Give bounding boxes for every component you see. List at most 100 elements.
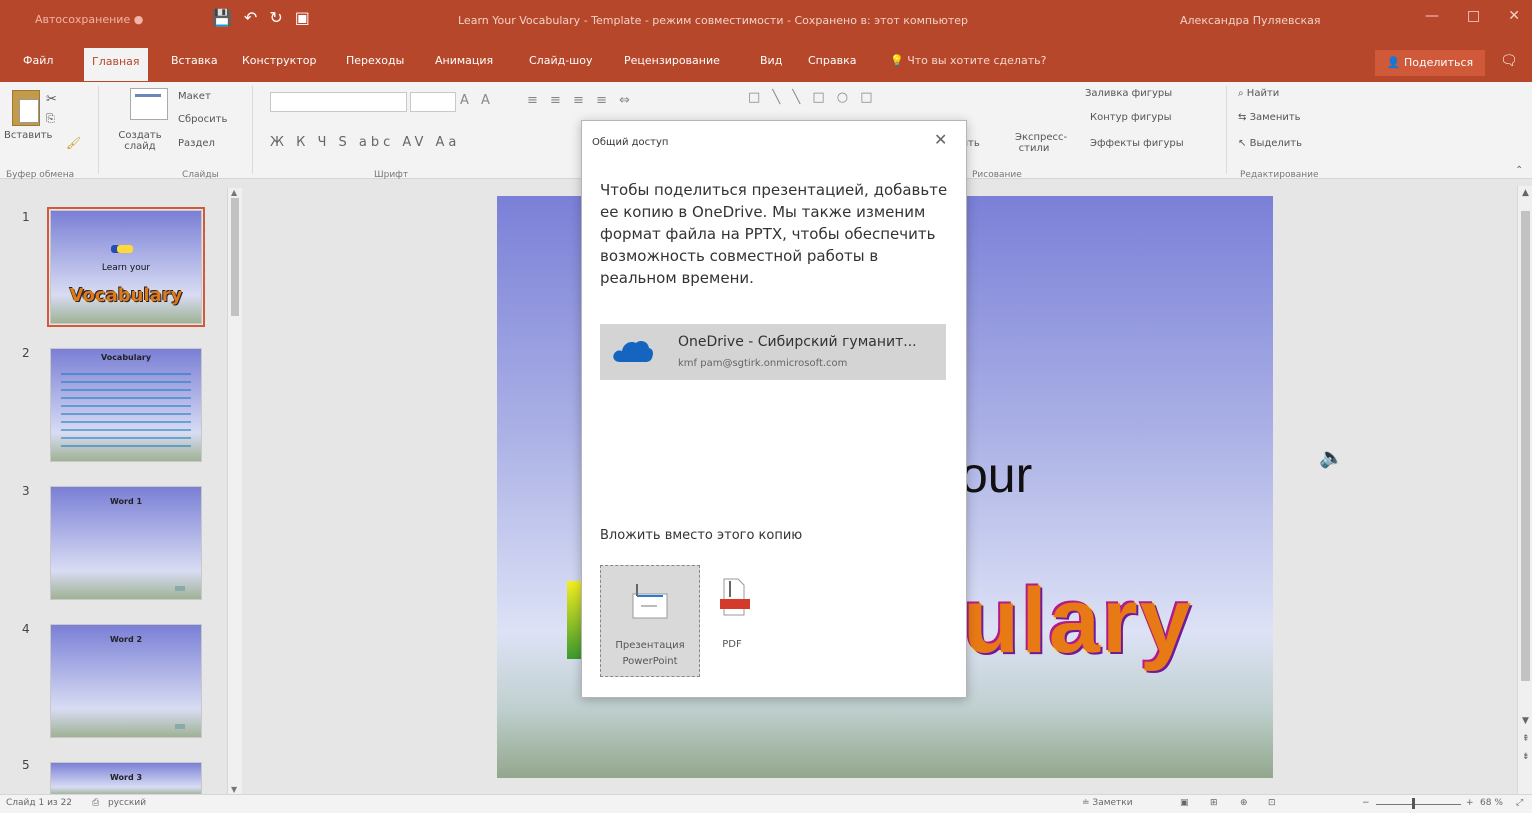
comments-icon[interactable]: 🗨 xyxy=(1500,53,1518,69)
shape-fill-button[interactable]: Заливка фигуры xyxy=(1085,88,1172,99)
slide-title-line2[interactable]: ulary xyxy=(963,569,1193,674)
new-slide-label[interactable]: Создать слайд xyxy=(118,130,162,152)
quick-styles-label[interactable]: Экспресс-стили xyxy=(1015,132,1067,154)
scroll-up-icon[interactable]: ▲ xyxy=(231,188,237,197)
embed-pptx-option[interactable]: Презентация PowerPoint xyxy=(600,565,700,677)
font-name-input[interactable] xyxy=(270,92,407,112)
shape-outline-button[interactable]: Контур фигуры xyxy=(1090,112,1172,123)
tab-animation[interactable]: Анимация xyxy=(435,54,493,67)
scrollbar-thumb[interactable] xyxy=(231,198,239,316)
slide-thumbnail-5[interactable]: Word 3 xyxy=(50,762,202,796)
autosave-toggle[interactable]: Автосохранение ● xyxy=(35,13,143,26)
zoom-slider-handle[interactable] xyxy=(1412,798,1415,809)
notes-button[interactable]: ≐ Заметки xyxy=(1082,798,1133,808)
spellcheck-icon[interactable]: ⎙ xyxy=(92,798,99,808)
dialog-title: Общий доступ xyxy=(592,137,669,148)
embed-pdf-option[interactable]: PDF xyxy=(702,565,762,675)
paste-icon[interactable] xyxy=(12,90,40,126)
tab-slideshow[interactable]: Слайд-шоу xyxy=(529,54,592,67)
tab-file[interactable]: Файл xyxy=(23,54,53,67)
copy-icon[interactable]: ⎘ xyxy=(46,112,55,126)
scroll-down-icon[interactable]: ▼ xyxy=(1522,716,1529,726)
cut-icon[interactable]: ✂ xyxy=(46,92,57,107)
redo-icon[interactable]: ↻ xyxy=(269,8,282,27)
previous-slide-icon[interactable]: ⇞ xyxy=(1522,734,1530,744)
tab-help[interactable]: Справка xyxy=(808,54,856,67)
onedrive-location-button[interactable]: OneDrive - Сибирский гуманит... kmf pam@… xyxy=(600,324,946,380)
thumb-title: Vocabulary xyxy=(100,353,152,362)
tab-design[interactable]: Конструктор xyxy=(242,54,316,67)
ribbon-tabs: Файл Главная Вставка Конструктор Переход… xyxy=(0,42,1532,82)
speaker-icon xyxy=(175,586,185,591)
slide-thumbnail-2[interactable]: Vocabulary xyxy=(50,348,202,462)
undo-icon[interactable]: ↶ xyxy=(244,8,257,27)
document-title: Learn Your Vocabulary - Template - режим… xyxy=(458,14,968,27)
quick-access-toolbar: 💾 ↶ ↻ ▣ xyxy=(212,8,310,27)
zoom-slider[interactable] xyxy=(1376,804,1461,805)
tab-review[interactable]: Рецензирование xyxy=(624,54,720,67)
speaker-icon[interactable]: 🔈 xyxy=(1319,445,1344,469)
slide-scrollbar[interactable]: ▲ ▼ ⇞ ⇟ xyxy=(1517,186,1532,794)
fit-slide-icon[interactable]: ⤢ xyxy=(1516,798,1523,808)
close-icon[interactable]: ✕ xyxy=(934,130,947,149)
thumbnail-scrollbar[interactable]: ▲ ▼ xyxy=(227,188,242,794)
thumb-number: 5 xyxy=(22,758,30,772)
format-painter-icon[interactable]: 🖌 xyxy=(66,136,81,150)
thumb-content-lines xyxy=(61,367,191,453)
slide-thumbnail-4[interactable]: Word 2 xyxy=(50,624,202,738)
slide-sorter-icon[interactable]: ⊞ xyxy=(1210,798,1218,808)
save-icon[interactable]: 💾 xyxy=(212,8,232,27)
notes-label: Заметки xyxy=(1092,798,1133,808)
slide-thumbnail-3[interactable]: Word 1 xyxy=(50,486,202,600)
font-size-input[interactable] xyxy=(410,92,456,112)
shape-effects-button[interactable]: Эффекты фигуры xyxy=(1090,138,1184,149)
font-format-icons[interactable]: Ж К Ч S abc AV Aa xyxy=(270,135,460,150)
tab-transitions[interactable]: Переходы xyxy=(346,54,404,67)
close-window-button[interactable]: ✕ xyxy=(1508,8,1520,24)
share-button[interactable]: 👤 Поделиться xyxy=(1375,50,1485,76)
onedrive-email: kmf pam@sgtirk.onmicrosoft.com xyxy=(678,358,848,369)
onedrive-title: OneDrive - Сибирский гуманит... xyxy=(678,334,917,350)
tab-insert[interactable]: Вставка xyxy=(171,54,218,67)
reset-button[interactable]: Сбросить xyxy=(178,114,227,125)
collapse-ribbon-icon[interactable]: ⌃ xyxy=(1515,165,1523,176)
shapes-gallery-icons[interactable]: □ ╲ ╲ □ ○ □ xyxy=(748,90,877,105)
section-button[interactable]: Раздел xyxy=(178,138,215,149)
thumb-title: Word 1 xyxy=(109,497,143,506)
slide-thumbnail-pane: 1 Learn your Vocabulary 2 Vocabulary 3 W… xyxy=(0,186,248,796)
user-name[interactable]: Александра Пуляевская xyxy=(1180,14,1321,27)
normal-view-icon[interactable]: ▣ xyxy=(1180,798,1189,808)
minimize-button[interactable]: — xyxy=(1425,8,1439,24)
thumb-number: 2 xyxy=(22,346,30,360)
onedrive-cloud-icon xyxy=(613,340,653,362)
paste-label[interactable]: Вставить xyxy=(4,130,52,141)
tell-me-box[interactable]: 💡 Что вы хотите сделать? xyxy=(890,54,1046,67)
scrollbar-thumb[interactable] xyxy=(1521,211,1530,681)
share-icon: 👤 xyxy=(1386,56,1401,69)
slideshow-view-icon[interactable]: ⊡ xyxy=(1268,798,1276,808)
layout-button[interactable]: Макет xyxy=(178,91,211,102)
slideshow-start-icon[interactable]: ▣ xyxy=(295,8,310,27)
zoom-level[interactable]: 68 % xyxy=(1480,798,1503,808)
language-indicator[interactable]: русский xyxy=(108,798,146,808)
font-grow-icon[interactable]: A A xyxy=(460,93,494,108)
select-button[interactable]: ↖ Выделить xyxy=(1238,138,1302,149)
find-button[interactable]: ⌕ Найти xyxy=(1238,88,1279,99)
scroll-down-icon[interactable]: ▼ xyxy=(231,785,237,794)
window-controls: — □ ✕ xyxy=(1425,8,1520,24)
paragraph-icons[interactable]: ≡ ≡ ≡ ≡ ⇔ xyxy=(527,93,634,108)
zoom-in-icon[interactable]: + xyxy=(1466,798,1474,808)
new-slide-icon[interactable] xyxy=(130,88,168,120)
slide-title-line1[interactable]: our xyxy=(960,446,1032,504)
thumb-title: Word 2 xyxy=(109,635,143,644)
tab-view[interactable]: Вид xyxy=(760,54,782,67)
next-slide-icon[interactable]: ⇟ xyxy=(1522,752,1530,762)
zoom-out-icon[interactable]: − xyxy=(1362,798,1370,808)
scroll-up-icon[interactable]: ▲ xyxy=(1522,188,1529,198)
slide-thumbnail-1[interactable]: Learn your Vocabulary xyxy=(47,207,205,327)
tab-home[interactable]: Главная xyxy=(84,48,148,81)
replace-button[interactable]: ⇆ Заменить xyxy=(1238,112,1301,123)
thumb-number: 3 xyxy=(22,484,30,498)
maximize-button[interactable]: □ xyxy=(1467,8,1480,24)
reading-view-icon[interactable]: ⊕ xyxy=(1240,798,1248,808)
